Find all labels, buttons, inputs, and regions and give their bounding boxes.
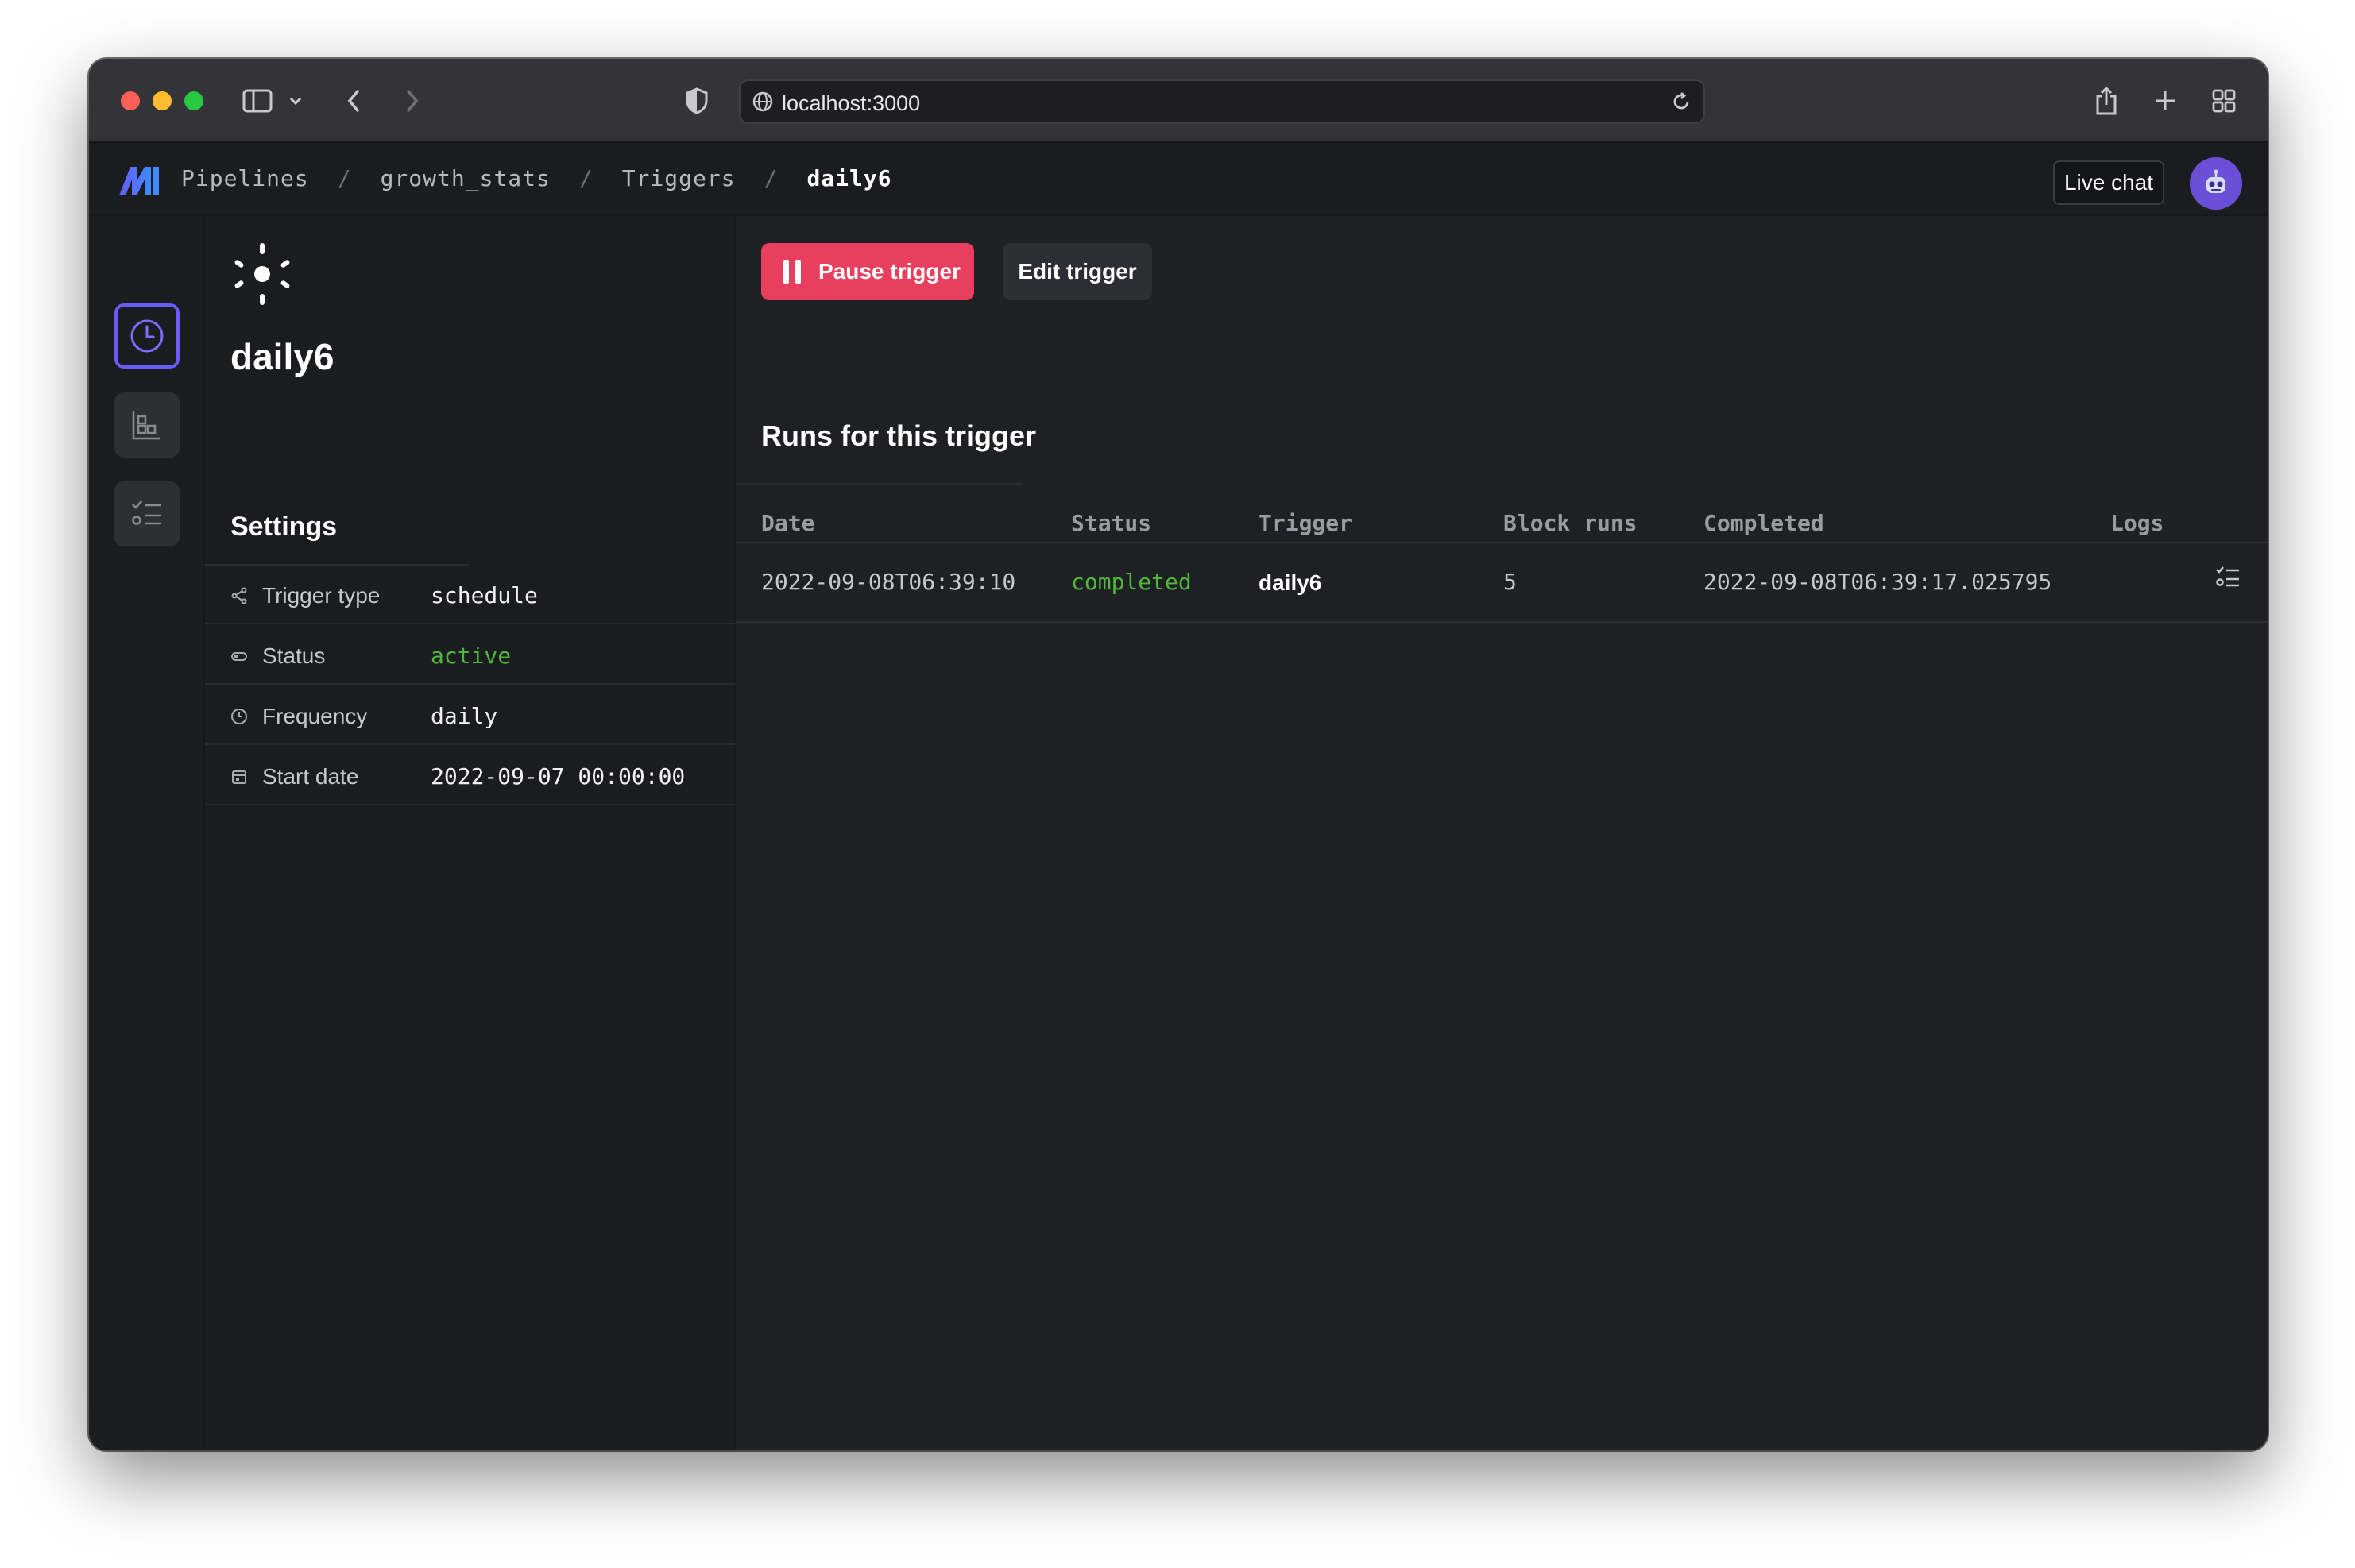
- settings-row-frequency: Frequency daily: [205, 686, 736, 745]
- share-icon[interactable]: [2090, 84, 2123, 118]
- rail-item-triggers[interactable]: [114, 303, 180, 369]
- breadcrumb-triggers[interactable]: Triggers: [622, 165, 736, 191]
- main-content: Pause trigger Edit trigger Runs for this…: [736, 216, 2268, 1450]
- globe-icon: [752, 91, 774, 117]
- column-header-completed: Completed: [1703, 510, 1824, 536]
- breadcrumb-separator: /: [578, 165, 594, 191]
- maximize-window-button[interactable]: [184, 91, 203, 110]
- new-tab-icon[interactable]: [2148, 84, 2182, 118]
- avatar[interactable]: [2190, 157, 2242, 210]
- left-nav-rail: [89, 216, 205, 1450]
- forward-icon[interactable]: [396, 84, 429, 118]
- rail-item-block-runs[interactable]: [114, 392, 180, 458]
- run-completed: 2022-09-08T06:39:17.025795: [1703, 569, 2052, 595]
- rail-item-logs[interactable]: [114, 481, 180, 546]
- table-row[interactable]: 2022-09-08T06:39:10 completed daily6 5 2…: [736, 543, 2268, 623]
- column-header-trigger: Trigger: [1259, 510, 1353, 536]
- settings-value: 2022-09-07 00:00:00: [431, 763, 686, 790]
- settings-row-status: Status active: [205, 626, 736, 685]
- edit-trigger-button[interactable]: Edit trigger: [1003, 243, 1152, 300]
- open-run-logs-icon[interactable]: [2214, 564, 2242, 597]
- blocks-icon: [132, 411, 160, 440]
- breadcrumb-separator: /: [764, 165, 779, 191]
- settings-label: Status: [262, 643, 326, 668]
- reload-icon[interactable]: [1670, 91, 1692, 117]
- settings-label: Trigger type: [262, 583, 381, 608]
- pause-trigger-label: Pause trigger: [818, 259, 961, 284]
- chevron-down-icon[interactable]: [284, 84, 307, 118]
- breadcrumb-current: daily6: [806, 165, 892, 191]
- column-header-block-runs: Block runs: [1503, 510, 1638, 536]
- calendar-icon: [230, 768, 248, 790]
- live-chat-button[interactable]: Live chat: [2053, 160, 2164, 205]
- breadcrumb-separator: /: [337, 165, 352, 191]
- breadcrumb-pipelines[interactable]: Pipelines: [181, 165, 309, 191]
- trigger-settings-panel: daily6 Settings Trigger type schedule St…: [205, 216, 736, 1450]
- back-icon[interactable]: [337, 84, 370, 118]
- run-block-runs: 5: [1503, 569, 1517, 595]
- column-header-date: Date: [761, 510, 815, 536]
- toggle-icon: [230, 647, 248, 669]
- column-header-status: Status: [1071, 510, 1152, 536]
- sun-icon: [229, 240, 296, 312]
- browser-toolbar: localhost:3000: [89, 59, 2268, 143]
- run-date: 2022-09-08T06:39:10: [761, 569, 1016, 595]
- pause-icon: [783, 260, 801, 284]
- status-value: active: [431, 643, 512, 669]
- breadcrumb: Pipelines / growth_stats / Triggers / da…: [181, 165, 892, 191]
- settings-title: Settings: [230, 512, 338, 542]
- column-header-logs: Logs: [2110, 510, 2164, 536]
- clock-icon: [230, 708, 248, 729]
- run-trigger-link[interactable]: daily6: [1259, 570, 1321, 596]
- mage-logo-icon[interactable]: [118, 165, 160, 201]
- address-bar[interactable]: localhost:3000: [739, 79, 1705, 124]
- close-window-button[interactable]: [121, 91, 140, 110]
- settings-label: Frequency: [262, 704, 368, 728]
- run-status: completed: [1071, 569, 1192, 595]
- share-icon: [230, 587, 248, 608]
- settings-value: schedule: [431, 582, 538, 608]
- settings-label: Start date: [262, 764, 359, 789]
- sidebar-toggle-icon[interactable]: [242, 84, 275, 118]
- clock-icon: [130, 319, 164, 353]
- minimize-window-button[interactable]: [153, 91, 172, 110]
- runs-title: Runs for this trigger: [761, 419, 1037, 452]
- runs-table-header: Date Status Trigger Block runs Completed…: [736, 485, 2268, 543]
- browser-window: localhost:3000 Pipelines / growth_stats …: [89, 59, 2268, 1450]
- trigger-name: daily6: [230, 336, 334, 377]
- url-text: localhost:3000: [782, 91, 921, 115]
- app-header: Pipelines / growth_stats / Triggers / da…: [89, 143, 2268, 216]
- settings-row-trigger-type: Trigger type schedule: [205, 566, 736, 624]
- tab-overview-icon[interactable]: [2207, 84, 2241, 118]
- shield-icon[interactable]: [680, 84, 713, 118]
- settings-row-start-date: Start date 2022-09-07 00:00:00: [205, 747, 736, 805]
- breadcrumb-pipeline[interactable]: growth_stats: [381, 165, 551, 191]
- checklist-icon: [132, 500, 161, 525]
- robot-avatar-icon: [2206, 169, 2225, 193]
- settings-value: daily: [431, 703, 498, 729]
- pause-trigger-button[interactable]: Pause trigger: [761, 243, 974, 300]
